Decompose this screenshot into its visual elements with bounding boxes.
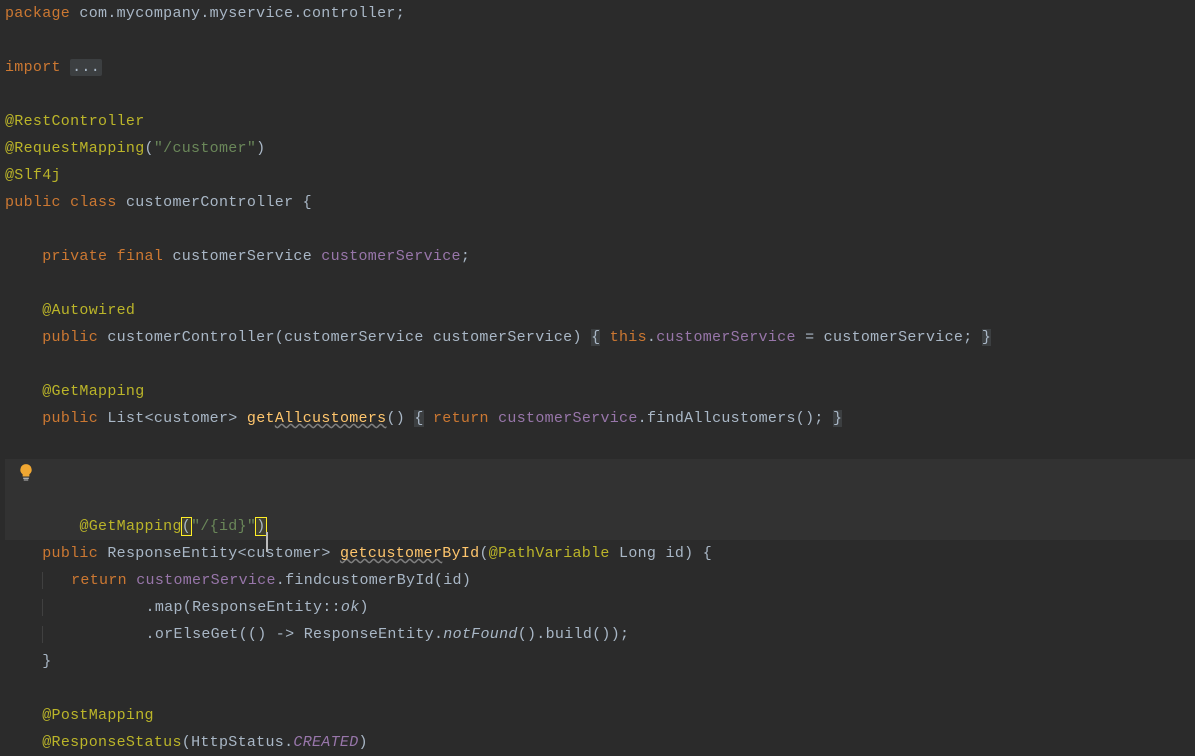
annotation-postmapping: @PostMapping xyxy=(42,707,154,724)
code-line[interactable]: @RequestMapping("/customer") xyxy=(5,135,1195,162)
keyword-class: class xyxy=(70,194,117,211)
string-literal: "/customer" xyxy=(154,140,256,157)
keyword-final: final xyxy=(117,248,164,265)
code-line[interactable]: public ResponseEntity<customer> getcusto… xyxy=(5,540,1195,567)
field-name: customerService xyxy=(321,248,461,265)
annotation-autowired: @Autowired xyxy=(42,302,135,319)
annotation-pathvariable: @PathVariable xyxy=(489,545,610,562)
code-line[interactable]: public class customerController { xyxy=(5,189,1195,216)
code-line[interactable]: @ResponseStatus(HttpStatus.CREATED) xyxy=(5,729,1195,756)
annotation-getmapping-id: @GetMapping xyxy=(79,518,181,535)
keyword-return: return xyxy=(433,410,489,427)
class-name: customerController xyxy=(117,194,303,211)
annotation-getmapping: @GetMapping xyxy=(42,383,144,400)
keyword-private: private xyxy=(42,248,107,265)
static-notfound: notFound xyxy=(443,626,517,643)
method-getallcustomers: getAllcustomers xyxy=(247,410,387,427)
code-line[interactable]: @PostMapping xyxy=(5,702,1195,729)
code-editor[interactable]: package com.mycompany.myservice.controll… xyxy=(0,0,1195,756)
keyword-return: return xyxy=(71,572,127,589)
annotation-slf4j: @Slf4j xyxy=(5,167,61,184)
import-fold[interactable]: ... xyxy=(70,59,102,76)
method-ref-ok: ok xyxy=(341,599,360,616)
code-line[interactable]: @RestController xyxy=(5,108,1195,135)
code-line-blank[interactable] xyxy=(5,675,1195,702)
method-getcustomerbyid: getcustomerById xyxy=(340,545,480,562)
keyword-this: this xyxy=(610,329,647,346)
keyword-public: public xyxy=(5,194,61,211)
code-line[interactable]: package com.mycompany.myservice.controll… xyxy=(5,0,1195,27)
semicolon: ; xyxy=(396,5,405,22)
code-line[interactable]: .map(ResponseEntity::ok) xyxy=(5,594,1195,621)
code-line-blank[interactable] xyxy=(5,351,1195,378)
code-line[interactable]: @Slf4j xyxy=(5,162,1195,189)
code-line-blank[interactable] xyxy=(5,216,1195,243)
code-line[interactable]: @Autowired xyxy=(5,297,1195,324)
annotation-restcontroller: @RestController xyxy=(5,113,145,130)
code-line[interactable]: public customerController(customerServic… xyxy=(5,324,1195,351)
string-literal: "/{id}" xyxy=(191,518,256,535)
code-line-blank[interactable] xyxy=(5,27,1195,54)
code-line-blank[interactable] xyxy=(5,81,1195,108)
code-line-current[interactable]: @GetMapping("/{id}") xyxy=(5,459,1195,540)
code-line[interactable]: return customerService.findcustomerById(… xyxy=(5,567,1195,594)
code-line[interactable]: private final customerService customerSe… xyxy=(5,243,1195,270)
constructor-name: customerController xyxy=(107,329,274,346)
code-line[interactable]: public List<customer> getAllcustomers() … xyxy=(5,405,1195,432)
annotation-responsestatus: @ResponseStatus xyxy=(42,734,182,751)
keyword-package: package xyxy=(5,5,70,22)
enum-created: CREATED xyxy=(293,734,358,751)
intention-bulb-icon[interactable] xyxy=(17,463,35,481)
annotation-requestmapping: @RequestMapping xyxy=(5,140,145,157)
code-line[interactable]: .orElseGet(() -> ResponseEntity.notFound… xyxy=(5,621,1195,648)
package-path: com.mycompany.myservice.controller xyxy=(70,5,396,22)
code-line[interactable]: } xyxy=(5,648,1195,675)
code-line-blank[interactable] xyxy=(5,270,1195,297)
code-line[interactable]: @GetMapping xyxy=(5,378,1195,405)
code-line[interactable]: import ... xyxy=(5,54,1195,81)
keyword-import: import xyxy=(5,59,61,76)
code-line-blank[interactable] xyxy=(5,432,1195,459)
